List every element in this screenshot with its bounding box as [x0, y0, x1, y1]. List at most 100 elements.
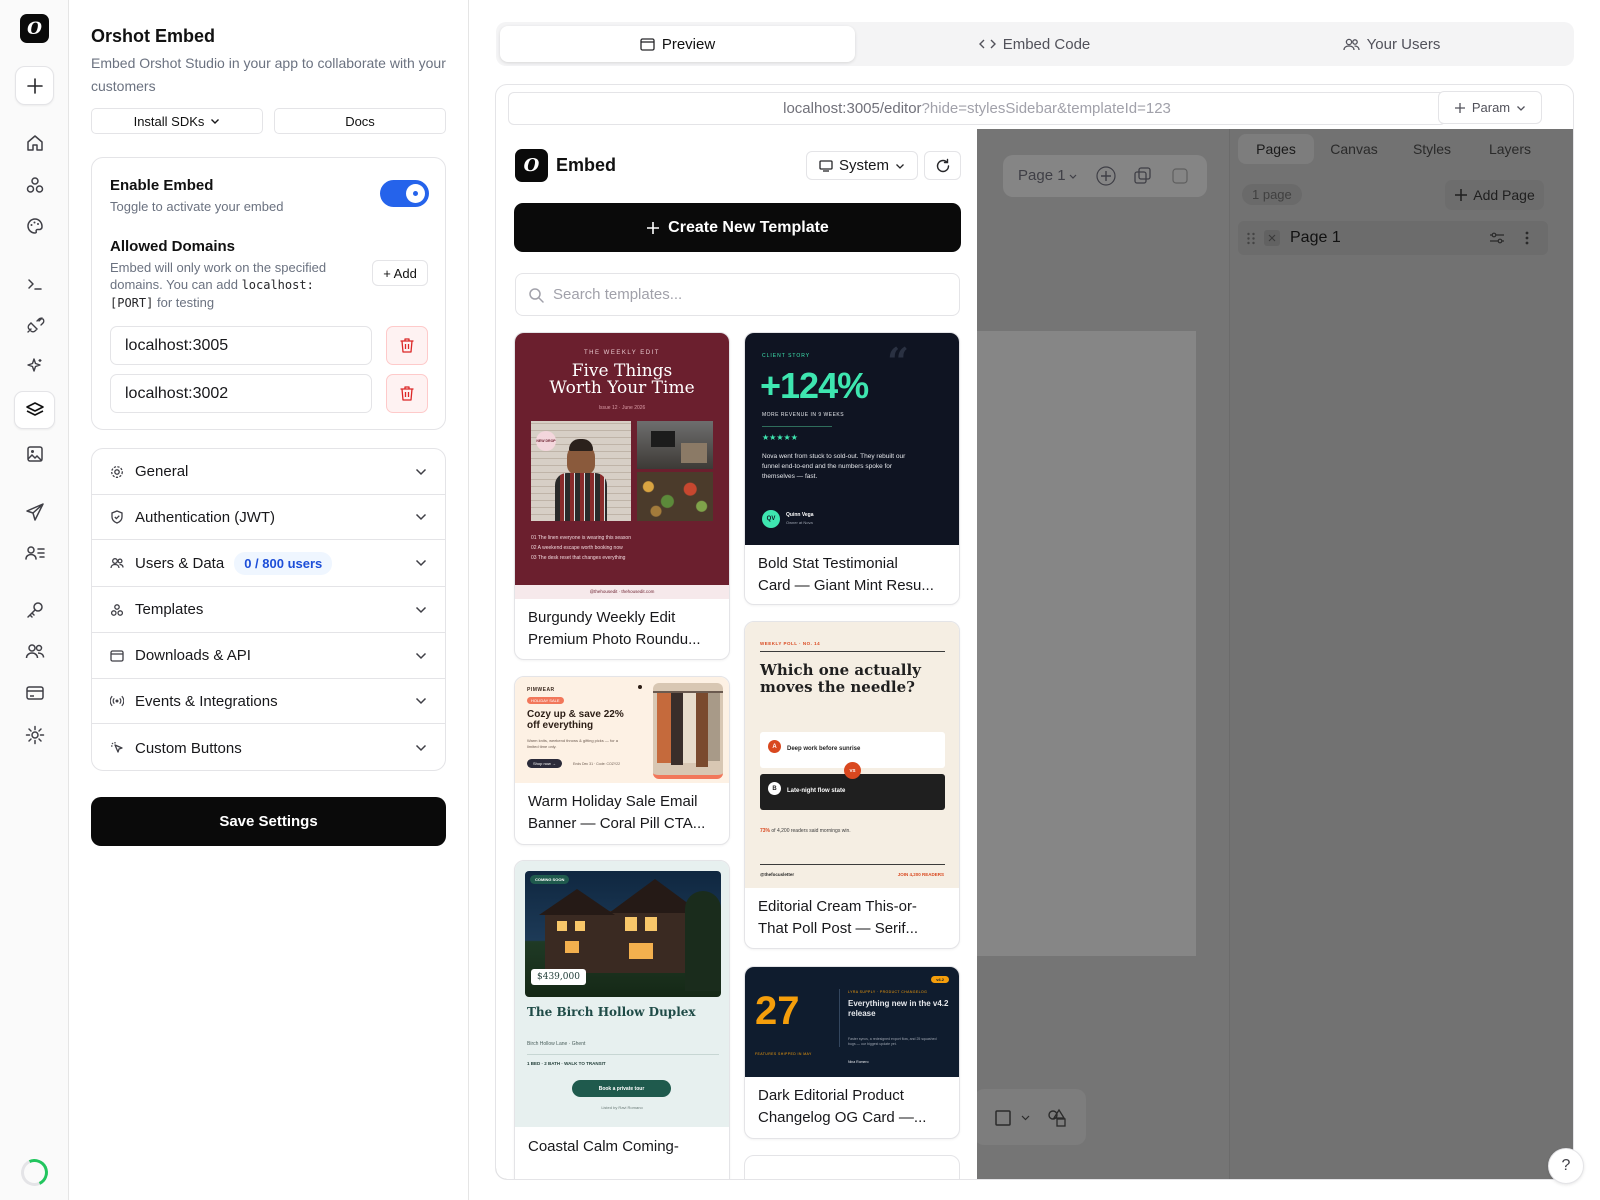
- template-title: Coastal Calm Coming-: [528, 1138, 679, 1155]
- page-count: 1 page: [1242, 184, 1302, 205]
- tab-canvas[interactable]: Canvas: [1316, 134, 1392, 164]
- nav-api-keys[interactable]: [14, 591, 55, 629]
- create-new-template-button[interactable]: Create New Template: [514, 203, 961, 252]
- tab-embed-code[interactable]: Embed Code: [857, 26, 1212, 62]
- nav-brand[interactable]: [14, 207, 55, 245]
- install-sdks-button[interactable]: Install SDKs: [91, 108, 263, 134]
- orshot-logo[interactable]: O: [20, 14, 49, 43]
- accordion-authentication[interactable]: Authentication (JWT): [92, 495, 445, 540]
- accordion-users-data[interactable]: Users & Data 0 / 800 users: [92, 540, 445, 587]
- palette-icon: [26, 218, 43, 234]
- plus-icon: [26, 77, 43, 94]
- tab-styles[interactable]: Styles: [1394, 134, 1470, 164]
- icon-rail: O: [0, 0, 69, 1200]
- template-search-input[interactable]: Search templates...: [515, 273, 960, 316]
- template-title: Burgundy Weekly Edit Premium Photo Roundu…: [528, 609, 701, 648]
- accordion-general[interactable]: General: [92, 449, 445, 495]
- page-description: Embed Orshot Studio in your app to colla…: [91, 55, 446, 94]
- plus-icon: [647, 221, 660, 234]
- docs-button[interactable]: Docs: [274, 108, 446, 134]
- image-icon: [26, 446, 43, 462]
- create-button[interactable]: [15, 66, 54, 105]
- chevron-down-icon: [415, 468, 427, 475]
- template-title: Dark Editorial Product Changelog OG Card …: [758, 1087, 927, 1126]
- editor-toolbar: Page 1: [1003, 155, 1207, 197]
- template-thumbnail: WEEKLY POLL · NO. 14 Which one actually …: [745, 622, 959, 888]
- template-card[interactable]: CLIENT STORY “ +124% MORE REVENUE IN 9 W…: [744, 332, 960, 605]
- nav-team[interactable]: [14, 632, 55, 670]
- template-card[interactable]: [744, 1155, 960, 1179]
- more-vertical-icon[interactable]: [1525, 231, 1529, 245]
- accordion-events-integrations[interactable]: Events & Integrations: [92, 679, 445, 724]
- nav-media[interactable]: [14, 435, 55, 473]
- delete-domain-button[interactable]: [386, 326, 428, 365]
- help-button[interactable]: ?: [1548, 1148, 1584, 1184]
- accordion-downloads-api[interactable]: Downloads & API: [92, 633, 445, 679]
- nav-billing[interactable]: [14, 674, 55, 712]
- add-page-button[interactable]: Add Page: [1445, 180, 1544, 210]
- embed-title: Embed: [556, 155, 617, 175]
- nav-templates[interactable]: [14, 166, 55, 204]
- tab-layers[interactable]: Layers: [1472, 134, 1548, 164]
- nav-integrations[interactable]: [14, 306, 55, 344]
- template-card[interactable]: v4.2 27 LYRA SUPPLY · PRODUCT CHANGELOG …: [744, 966, 960, 1139]
- nav-api[interactable]: [14, 265, 55, 303]
- nav-ai[interactable]: [14, 347, 55, 385]
- save-settings-button[interactable]: Save Settings: [91, 797, 446, 846]
- template-card[interactable]: WEEKLY POLL · NO. 14 Which one actually …: [744, 621, 960, 949]
- domain-field[interactable]: localhost:3005: [110, 326, 372, 365]
- users-icon: [1343, 38, 1360, 51]
- frame-icon[interactable]: [995, 1110, 1011, 1126]
- chevron-down-icon: [211, 119, 220, 124]
- add-page-icon[interactable]: [1096, 166, 1116, 186]
- delete-page-icon[interactable]: [1170, 166, 1190, 186]
- tab-preview[interactable]: Preview: [500, 26, 855, 62]
- refresh-button[interactable]: [924, 151, 961, 180]
- theme-select[interactable]: System: [806, 151, 918, 180]
- enable-embed-toggle[interactable]: [380, 180, 429, 207]
- domain-field[interactable]: localhost:3002: [110, 374, 372, 413]
- tab-your-users[interactable]: Your Users: [1214, 26, 1569, 62]
- template-thumbnail: PIMWEAR HOLIDAY SALE Cozy up & save 22% …: [515, 677, 729, 783]
- page-list-item[interactable]: Page 1: [1238, 221, 1548, 255]
- template-thumbnail: v4.2 27 LYRA SUPPLY · PRODUCT CHANGELOG …: [745, 967, 959, 1077]
- template-card[interactable]: THE WEEKLY EDIT Five Things Worth Your Ti…: [514, 332, 730, 660]
- nav-home[interactable]: [14, 124, 55, 162]
- delete-domain-button[interactable]: [386, 374, 428, 413]
- add-domain-button[interactable]: + Add: [372, 260, 428, 286]
- template-card[interactable]: PIMWEAR HOLIDAY SALE Cozy up & save 22% …: [514, 676, 730, 845]
- photo-clothes-rack: [653, 683, 723, 779]
- shapes-tool-icon[interactable]: [1046, 1107, 1068, 1129]
- nav-settings[interactable]: [14, 716, 55, 754]
- settings-accordion: General Authentication (JWT) Users & Dat…: [91, 448, 446, 771]
- nav-contacts[interactable]: [14, 534, 55, 572]
- editor-right-sidebar: Pages Canvas Styles Layers 1 page Add Pa…: [1229, 129, 1573, 1179]
- duplicate-icon[interactable]: [1133, 166, 1153, 186]
- nav-publish[interactable]: [14, 493, 55, 531]
- param-dropdown[interactable]: Param: [1438, 91, 1542, 124]
- tab-pages[interactable]: Pages: [1238, 134, 1314, 164]
- url-bar[interactable]: localhost:3005/editor ?hide=stylesSidebar…: [508, 92, 1446, 125]
- page-selector[interactable]: Page 1: [1018, 167, 1066, 184]
- quote-mark: “: [887, 339, 909, 384]
- template-thumbnail: THE WEEKLY EDIT Five Things Worth Your Ti…: [515, 333, 729, 599]
- sparkles-icon: [26, 358, 41, 372]
- chevron-down-icon: [1517, 105, 1526, 111]
- accordion-custom-buttons[interactable]: Custom Buttons: [92, 724, 445, 770]
- nav-embed[interactable]: [14, 391, 55, 429]
- photo-market: [637, 472, 713, 521]
- chevron-down-icon: [415, 697, 427, 705]
- adjust-icon[interactable]: [1490, 232, 1504, 244]
- code-icon: [978, 39, 996, 49]
- embed-preview-frame: localhost:3005/editor ?hide=stylesSidebar…: [495, 84, 1574, 1180]
- chevron-down-icon: [415, 744, 427, 752]
- users-count-badge: 0 / 800 users: [234, 551, 333, 575]
- template-thumbnail: CLIENT STORY “ +124% MORE REVENUE IN 9 W…: [745, 333, 959, 545]
- shield-check-icon: [110, 510, 126, 524]
- accordion-templates[interactable]: Templates: [92, 587, 445, 633]
- drag-handle-icon[interactable]: [1246, 232, 1256, 245]
- template-card[interactable]: COMING SOON $439,000 The Birch Hollow Du…: [514, 860, 730, 1179]
- loading-spinner: [17, 1155, 52, 1190]
- chevron-down-icon: [896, 163, 904, 169]
- page-thumb-icon: [1264, 230, 1280, 246]
